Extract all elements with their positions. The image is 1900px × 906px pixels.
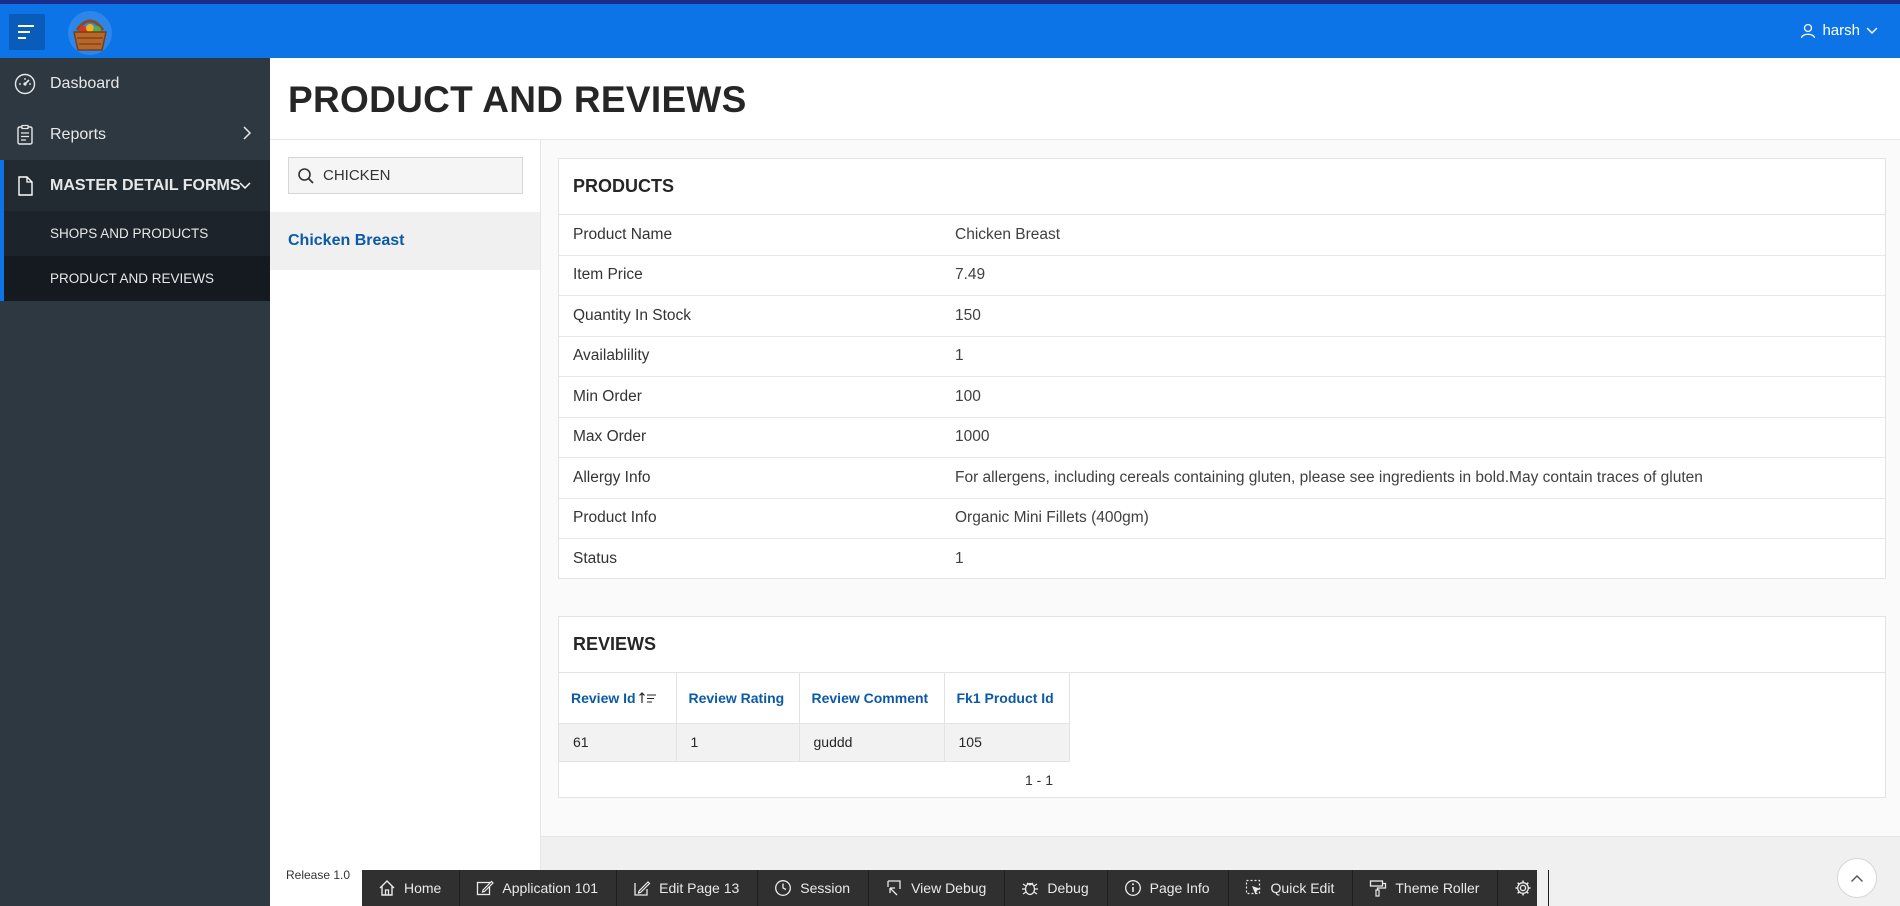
reviews-region: REVIEWS Review Id Review Rating Review C… (558, 616, 1886, 798)
user-menu[interactable]: harsh (1800, 22, 1878, 39)
devbar-edit-page-button[interactable]: Edit Page 13 (617, 870, 759, 906)
table-cell: 105 (944, 723, 1070, 762)
sidebar-subitem-product-and-reviews[interactable]: PRODUCT AND REVIEWS (4, 256, 270, 301)
sidebar-item-reports[interactable]: Reports (0, 109, 270, 160)
table-cell: guddd (799, 723, 945, 762)
sidebar-item-label: Reports (50, 125, 107, 143)
page-title-bar: PRODUCT AND REVIEWS (270, 58, 1900, 140)
info-icon (1124, 880, 1141, 896)
detail-value: 150 (955, 306, 981, 324)
clipboard-icon (14, 124, 36, 146)
sidebar-item-master-detail-forms[interactable]: MASTER DETAIL FORMS (0, 160, 270, 211)
search-panel: CHICKEN Chicken Breast (270, 140, 541, 906)
detail-label: Product Name (573, 225, 673, 243)
user-name: harsh (1822, 22, 1860, 39)
table-row: 61 1 guddd 105 (559, 723, 1070, 762)
products-detail-list: Product Name Chicken Breast Item Price 7.4… (559, 215, 1885, 580)
products-region: PRODUCTS Product Name Chicken Breast Item… (558, 158, 1886, 579)
detail-row: Min Order 100 (559, 377, 1885, 418)
devbar-page-info-button[interactable]: Page Info (1108, 870, 1229, 906)
bug-icon (1022, 882, 1039, 896)
sort-ascending-icon (639, 691, 657, 703)
chevron-down-icon (1866, 26, 1878, 34)
document-icon (14, 175, 36, 197)
detail-value: For allergens, including cereals contain… (955, 468, 1703, 486)
devbar-quick-edit-button[interactable]: Quick Edit (1229, 870, 1354, 906)
detail-row: Allergy Info For allergens, including cer… (559, 458, 1885, 499)
sidebar-item-label: MASTER DETAIL FORMS (50, 176, 241, 194)
detail-row: Quantity In Stock 150 (559, 296, 1885, 337)
edit-page-icon (634, 881, 651, 896)
detail-label: Item Price (573, 266, 643, 284)
products-title: PRODUCTS (559, 159, 1885, 215)
reviews-title: REVIEWS (559, 617, 1885, 673)
chevron-down-icon (239, 182, 251, 190)
detail-value: Chicken Breast (955, 225, 1061, 243)
detail-row: Status 1 (559, 539, 1885, 580)
sidebar-item-label: Dasboard (50, 74, 120, 92)
view-debug-icon (887, 880, 901, 896)
release-label: Release 1.0 (286, 868, 351, 882)
column-header-review-rating[interactable]: Review Rating (676, 673, 800, 724)
detail-row: Product Info Organic Mini Fillets (400gm) (559, 499, 1885, 539)
search-input-value: CHICKEN (323, 167, 391, 184)
menu-toggle-button[interactable] (9, 14, 45, 50)
devbar-home-button[interactable]: Home (362, 870, 461, 906)
detail-row: Max Order 1000 (559, 418, 1885, 458)
detail-label: Max Order (573, 428, 647, 446)
edit-app-icon (477, 880, 495, 896)
home-icon (379, 880, 395, 896)
detail-row: Item Price 7.49 (559, 256, 1885, 296)
detail-row: Availablility 1 (559, 337, 1885, 377)
detail-label: Availablility (573, 347, 650, 365)
chevron-right-icon (243, 126, 252, 140)
devbar-theme-roller-button[interactable]: Theme Roller (1353, 870, 1499, 906)
developer-toolbar: Home Application 101 Edit Page 13 Sessio… (362, 870, 1550, 906)
detail-value: 1 (955, 550, 964, 568)
search-input[interactable]: CHICKEN (288, 157, 523, 194)
gauge-icon (14, 73, 36, 95)
devbar-application-button[interactable]: Application 101 (460, 870, 618, 906)
search-icon (298, 167, 314, 184)
app-header: harsh (0, 4, 1900, 58)
page-title: PRODUCT AND REVIEWS (288, 79, 747, 120)
detail-label: Status (573, 550, 617, 568)
devbar-view-debug-button[interactable]: View Debug (869, 870, 1006, 906)
detail-label: Allergy Info (573, 468, 651, 486)
list-item[interactable]: Chicken Breast (270, 212, 540, 270)
pagination: 1 - 1 (1025, 772, 1054, 788)
column-header-review-id[interactable]: Review Id (559, 673, 677, 724)
user-icon (1801, 23, 1816, 38)
reviews-table: Review Id Review Rating Review Comment F… (559, 673, 1070, 762)
column-header-review-comment[interactable]: Review Comment (799, 673, 945, 724)
detail-value: 7.49 (955, 266, 986, 284)
basket-logo[interactable] (67, 10, 113, 56)
gear-icon (1515, 880, 1531, 896)
quick-edit-icon (1245, 879, 1261, 895)
main-content: PRODUCT AND REVIEWS CHICKEN Chicken Brea… (270, 58, 1900, 906)
detail-value: 100 (955, 387, 981, 405)
chevron-up-icon (1851, 874, 1863, 882)
detail-row: Product Name Chicken Breast (559, 215, 1885, 256)
detail-value: 1000 (955, 428, 990, 446)
table-cell: 1 (676, 723, 800, 762)
devbar-session-button[interactable]: Session (758, 870, 870, 906)
sidebar-submenu: SHOPS AND PRODUCTS PRODUCT AND REVIEWS (0, 211, 270, 301)
table-cell: 61 (559, 723, 677, 762)
devbar-debug-button[interactable]: Debug (1005, 870, 1108, 906)
detail-label: Product Info (573, 509, 657, 527)
paint-roller-icon (1370, 880, 1387, 897)
column-header-fk1-product-id[interactable]: Fk1 Product Id (944, 673, 1070, 724)
scroll-to-top-button[interactable] (1837, 858, 1877, 898)
detail-value: 1 (955, 347, 964, 365)
detail-label: Min Order (573, 387, 642, 405)
devbar-settings-button[interactable] (1498, 870, 1550, 906)
sidebar-item-dashboard[interactable]: Dasboard (0, 58, 270, 109)
sidebar-subitem-shops-and-products[interactable]: SHOPS AND PRODUCTS (4, 211, 270, 256)
clock-icon (775, 880, 792, 896)
detail-label: Quantity In Stock (573, 306, 692, 324)
sidebar: Dasboard Reports MASTER DETAIL FORMS SHO… (0, 58, 270, 906)
detail-value: Organic Mini Fillets (400gm) (955, 509, 1149, 527)
